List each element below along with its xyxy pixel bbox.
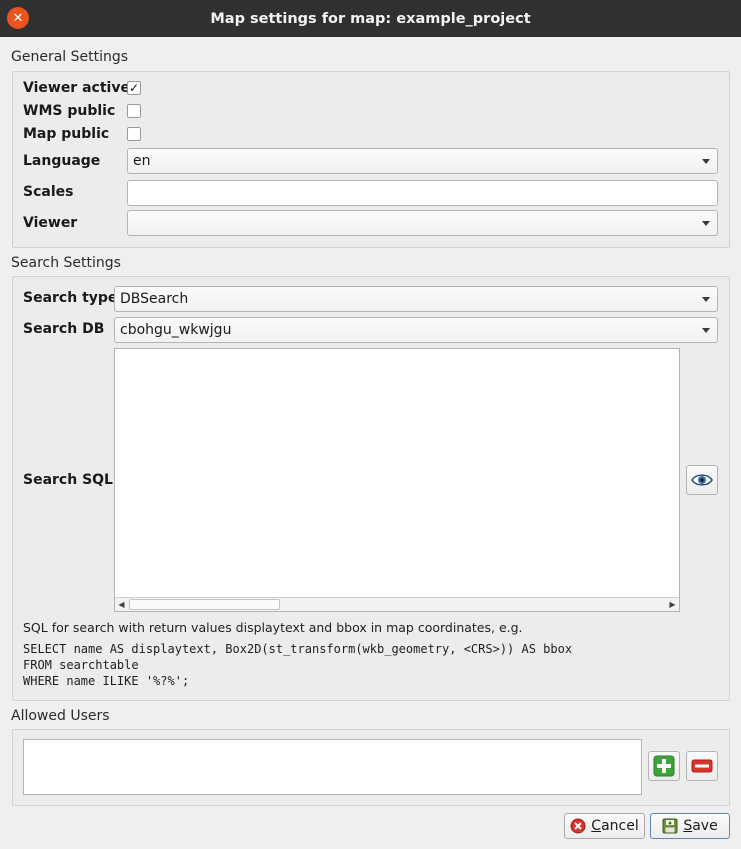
search-sql-label: Search SQL (23, 472, 113, 488)
search-db-value: cbohgu_wkwjgu (120, 322, 232, 338)
language-value: en (133, 153, 151, 169)
cancel-label-rest: ancel (601, 818, 639, 834)
search-type-value: DBSearch (120, 291, 189, 307)
general-settings-title: General Settings (11, 49, 129, 65)
wms-public-label: WMS public (23, 103, 116, 119)
cancel-button[interactable]: Cancel (564, 813, 645, 839)
eye-icon (691, 474, 713, 486)
viewer-active-checkbox[interactable]: ✓ (127, 81, 141, 95)
wms-public-checkbox[interactable] (127, 104, 141, 118)
chevron-down-icon (702, 297, 710, 302)
horizontal-scrollbar[interactable]: ◀ ▶ (115, 597, 679, 611)
search-type-select[interactable]: DBSearch (114, 286, 718, 312)
sql-example-line-1: SELECT name AS displaytext, Box2D(st_tra… (23, 642, 573, 656)
scroll-left-icon[interactable]: ◀ (115, 598, 128, 611)
plus-icon (653, 755, 675, 777)
scales-label: Scales (23, 184, 74, 200)
sql-example-line-2: FROM searchtable (23, 658, 139, 672)
sql-example-line-3: WHERE name ILIKE '%?%'; (23, 674, 190, 688)
search-sql-hint: SQL for search with return values displa… (23, 620, 523, 635)
save-icon (662, 818, 678, 834)
viewer-active-label: Viewer active (23, 80, 130, 96)
language-select[interactable]: en (127, 148, 718, 174)
map-public-label: Map public (23, 126, 110, 142)
allowed-users-list[interactable] (23, 739, 642, 795)
viewer-select[interactable] (127, 210, 718, 236)
search-sql-textarea[interactable]: ◀ ▶ (114, 348, 680, 612)
chevron-down-icon (702, 328, 710, 333)
search-type-label: Search type (23, 290, 118, 306)
remove-user-button[interactable] (686, 751, 718, 781)
cancel-label: Cancel (591, 818, 638, 834)
save-label: Save (683, 818, 717, 834)
window-titlebar: ✕ Map settings for map: example_project (0, 0, 741, 37)
search-db-select[interactable]: cbohgu_wkwjgu (114, 317, 718, 343)
save-label-rest: ave (692, 818, 718, 834)
scales-input[interactable] (127, 180, 718, 206)
preview-sql-button[interactable] (686, 465, 718, 495)
scrollbar-thumb[interactable] (129, 599, 280, 610)
save-button[interactable]: Save (650, 813, 730, 839)
search-db-label: Search DB (23, 321, 105, 337)
viewer-label: Viewer (23, 215, 78, 231)
close-icon[interactable]: ✕ (7, 7, 29, 29)
chevron-down-icon (702, 159, 710, 164)
cancel-icon (570, 818, 586, 834)
scroll-right-icon[interactable]: ▶ (666, 598, 679, 611)
add-user-button[interactable] (648, 751, 680, 781)
chevron-down-icon (702, 221, 710, 226)
allowed-users-title: Allowed Users (11, 708, 110, 724)
minus-icon (691, 759, 713, 773)
map-public-checkbox[interactable] (127, 127, 141, 141)
window-title: Map settings for map: example_project (210, 10, 531, 27)
search-settings-title: Search Settings (11, 255, 121, 271)
save-mnemonic: S (683, 818, 693, 834)
cancel-mnemonic: C (591, 818, 602, 834)
language-label: Language (23, 153, 101, 169)
